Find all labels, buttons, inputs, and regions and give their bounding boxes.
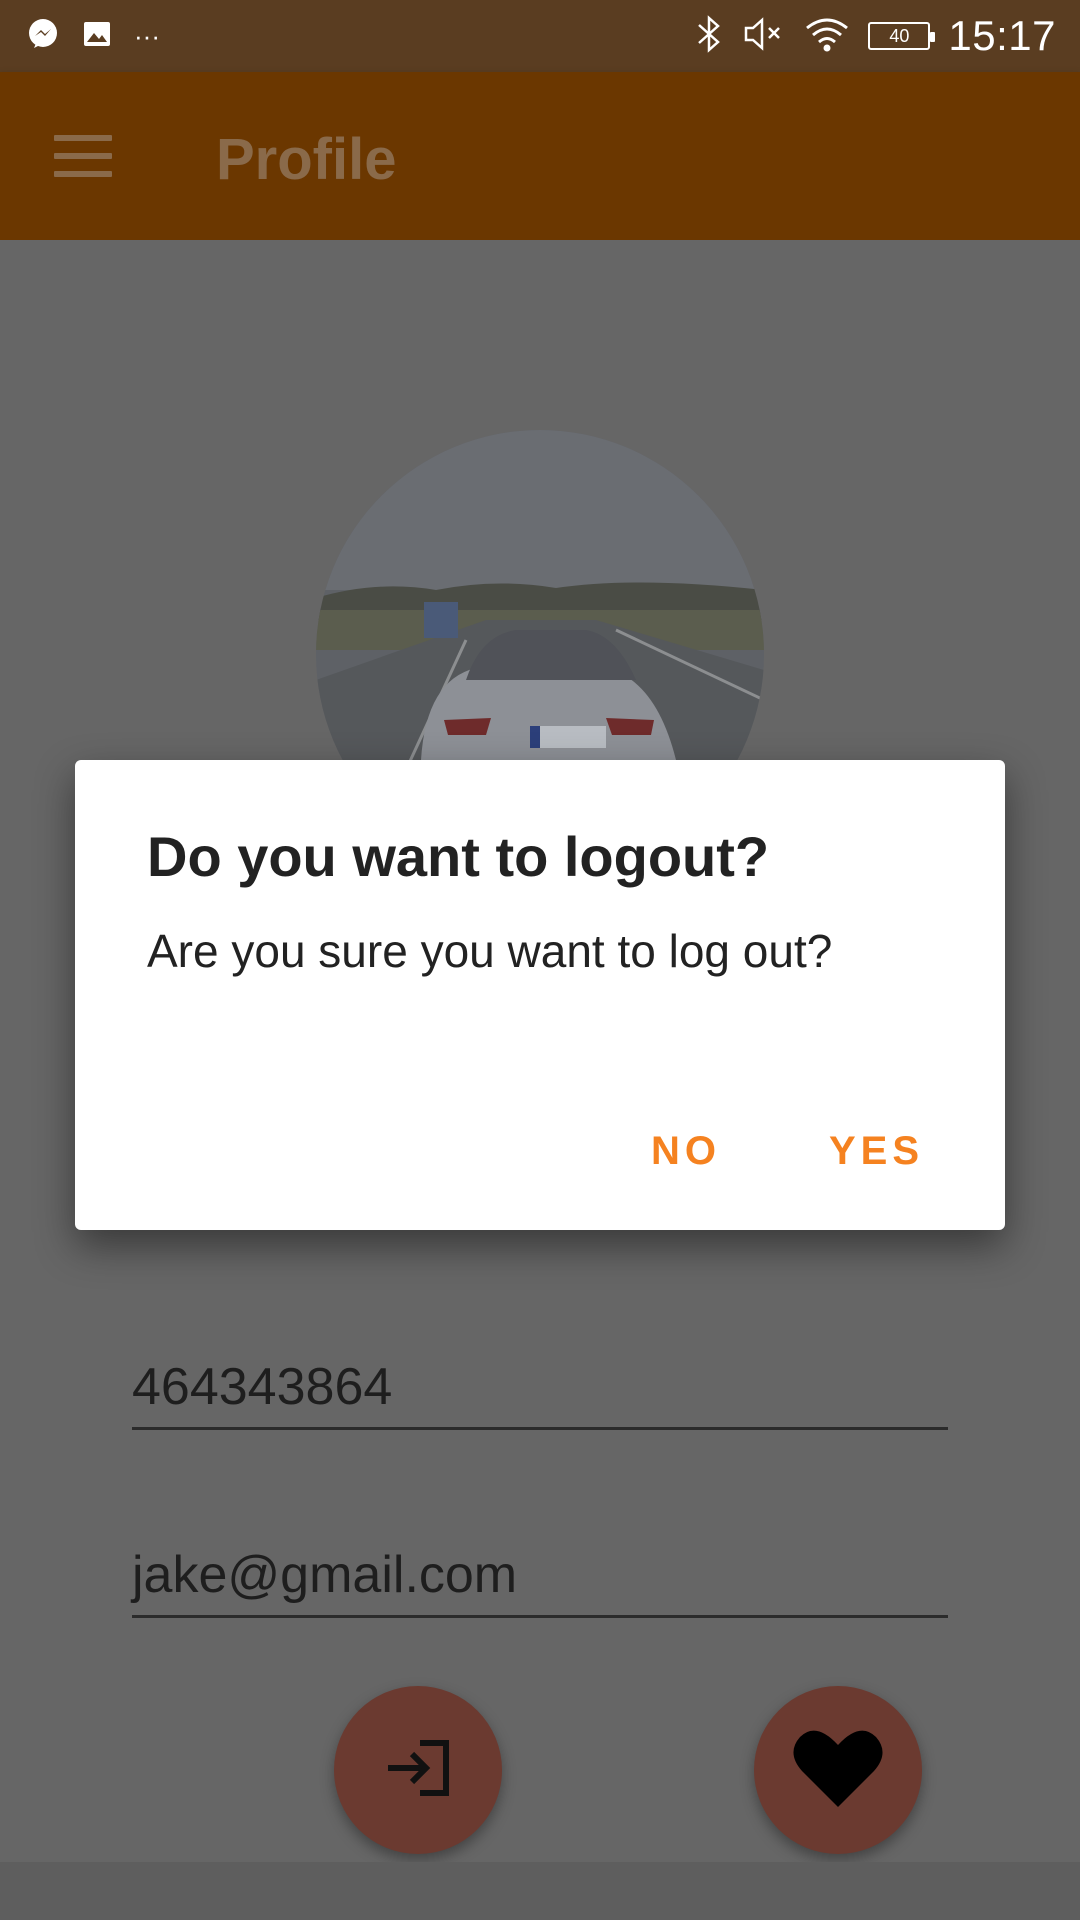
status-left-icons: ··· [26, 18, 160, 54]
login-icon [384, 1739, 452, 1802]
favorite-button[interactable] [754, 1686, 922, 1854]
battery-level: 40 [889, 25, 910, 46]
gallery-icon [82, 19, 112, 54]
app-bar: Profile [0, 72, 1080, 240]
mute-icon [742, 14, 786, 59]
status-right-icons: 40 15:17 [694, 0, 1056, 72]
logout-dialog: Do you want to logout? Are you sure you … [75, 760, 1005, 1230]
wifi-icon [804, 14, 850, 59]
status-bar: ··· 40 15:17 [0, 0, 1080, 72]
dialog-message: Are you sure you want to log out? [147, 925, 833, 977]
heart-icon [792, 1727, 884, 1814]
email-field[interactable]: jake@gmail.com [132, 1528, 948, 1618]
status-time: 15:17 [948, 12, 1056, 59]
login-button[interactable] [334, 1686, 502, 1854]
messenger-icon [26, 17, 60, 56]
hamburger-menu-icon[interactable] [42, 124, 126, 188]
email-value: jake@gmail.com [132, 1546, 518, 1604]
yes-button[interactable]: YES [813, 1116, 940, 1186]
no-button[interactable]: NO [635, 1116, 737, 1186]
overflow-dots: ··· [134, 20, 160, 51]
phone-field[interactable]: 464343864 [132, 1340, 948, 1430]
phone-value: 464343864 [132, 1358, 393, 1416]
page-title: Profile [216, 127, 397, 192]
bottom-bar [0, 1862, 1080, 1920]
dialog-title: Do you want to logout? [147, 825, 770, 888]
bluetooth-icon [694, 14, 724, 59]
battery-icon: 40 [868, 22, 936, 50]
